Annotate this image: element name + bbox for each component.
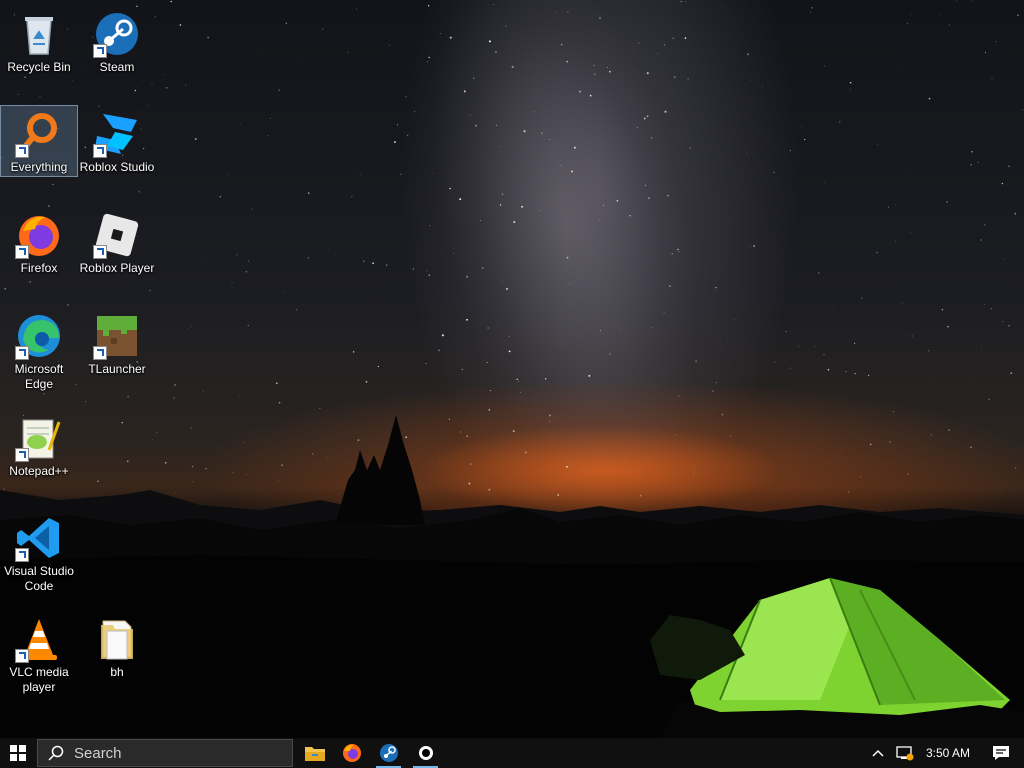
notification-icon xyxy=(993,746,1009,760)
taskbar: Search 3:50 AM xyxy=(0,738,1024,768)
vlc-icon xyxy=(15,615,63,663)
desktop-icon-roblox-player[interactable]: Roblox Player xyxy=(79,207,155,277)
desktop-icon-label: bh xyxy=(110,665,124,679)
search-placeholder: Search xyxy=(74,744,122,762)
desktop-icon-edge[interactable]: Microsoft Edge xyxy=(1,308,77,394)
desktop-icon-vscode[interactable]: Visual Studio Code xyxy=(1,510,77,596)
desktop-icon-notepad-plus-plus[interactable]: Notepad++ xyxy=(1,410,77,480)
search-icon xyxy=(48,745,64,761)
edge-icon xyxy=(15,312,63,360)
system-tray: 3:50 AM xyxy=(866,738,1024,768)
desktop-icon-label: Notepad++ xyxy=(9,464,69,478)
desktop-icon-tlauncher[interactable]: TLauncher xyxy=(79,308,155,378)
milky-way xyxy=(398,0,732,499)
desktop-icon-folder-bh[interactable]: bh xyxy=(79,611,155,681)
firefox-icon xyxy=(342,744,361,762)
vscode-icon xyxy=(15,514,63,562)
network-warning-icon xyxy=(896,746,914,761)
firefox-icon xyxy=(15,211,63,259)
desktop-icon-label: Recycle Bin xyxy=(7,60,71,74)
chevron-up-icon xyxy=(872,749,884,757)
roblox-player-icon xyxy=(93,211,141,259)
file-explorer-icon xyxy=(304,747,325,761)
desktop-wallpaper[interactable]: Everything Recycle Bin Firefox Microsoft… xyxy=(0,0,1024,738)
desktop-icon-label: Roblox Studio xyxy=(79,160,155,174)
green-tent xyxy=(690,577,1010,720)
taskbar-app-file-explorer[interactable] xyxy=(296,738,333,768)
taskbar-search-box[interactable]: Search xyxy=(37,739,293,767)
tlauncher-icon xyxy=(93,312,141,360)
desktop-icon-vlc[interactable]: VLC media player xyxy=(1,611,77,697)
action-center-button[interactable] xyxy=(976,738,1024,768)
roblox-studio-icon xyxy=(93,110,141,158)
desktop-icon-label: Microsoft Edge xyxy=(14,362,64,391)
taskbar-app-steam[interactable] xyxy=(370,738,407,768)
show-hidden-icons-button[interactable] xyxy=(866,738,890,768)
desktop-icon-label: VLC media player xyxy=(9,665,69,694)
recycle-bin-icon xyxy=(15,10,63,58)
steam-icon xyxy=(379,744,398,762)
desktop-icon-everything[interactable]: Everything xyxy=(0,105,78,177)
everything-search-icon xyxy=(15,110,63,158)
desktop-icon-label: Firefox xyxy=(20,261,58,275)
taskbar-app-firefox[interactable] xyxy=(333,738,370,768)
taskbar-app-black-circle[interactable] xyxy=(407,738,444,768)
folder-icon xyxy=(93,615,141,663)
desktop-icon-label: Visual Studio Code xyxy=(4,564,74,593)
desktop-icon-firefox[interactable]: Firefox xyxy=(1,207,77,277)
network-status-button[interactable] xyxy=(890,738,920,768)
desktop-icon-label: TLauncher xyxy=(88,362,146,376)
windows-logo-icon xyxy=(10,745,26,761)
desktop-icon-label: Steam xyxy=(99,60,135,74)
desktop-icon-steam[interactable]: Steam xyxy=(79,6,155,76)
desktop-icon-roblox-studio[interactable]: Roblox Studio xyxy=(79,106,155,176)
black-circle-app-icon xyxy=(418,746,433,760)
start-button[interactable] xyxy=(0,738,36,768)
desktop-icon-recycle-bin[interactable]: Recycle Bin xyxy=(1,6,77,76)
steam-icon xyxy=(93,10,141,58)
desktop-icon-label: Roblox Player xyxy=(79,261,155,275)
notepad-plus-plus-icon xyxy=(15,414,63,462)
clock[interactable]: 3:50 AM xyxy=(920,738,976,768)
desktop-icon-label: Everything xyxy=(10,160,68,174)
